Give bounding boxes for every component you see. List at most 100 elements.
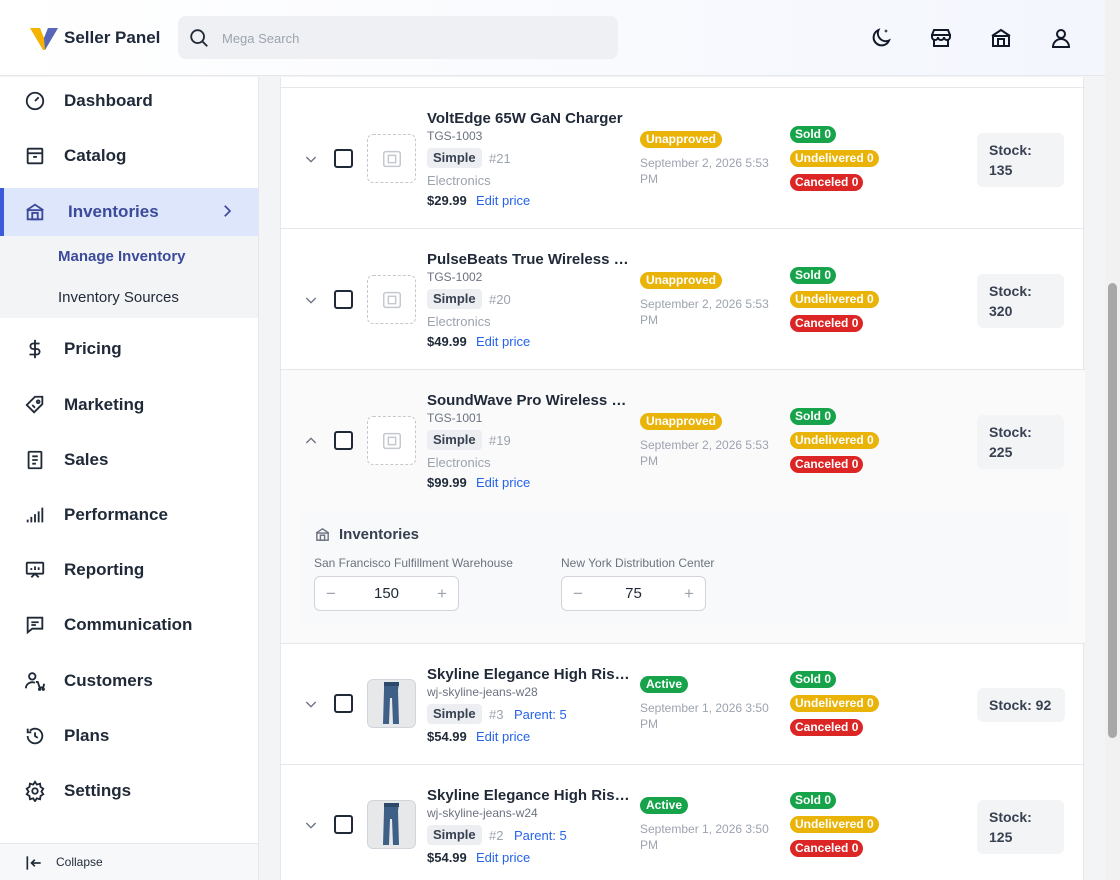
image-placeholder-icon xyxy=(383,291,401,309)
sidebar-item-label: Catalog xyxy=(64,146,127,165)
sidebar-item-sales[interactable]: Sales xyxy=(0,436,258,484)
mega-search[interactable] xyxy=(178,16,618,59)
sidebar-item-customers[interactable]: Customers xyxy=(0,657,258,705)
gear-icon xyxy=(25,780,45,802)
sidebar-item-marketing[interactable]: Marketing xyxy=(0,381,258,429)
decrement-button[interactable]: − xyxy=(568,584,588,604)
product-date: September 1, 2026 3:50 PM xyxy=(640,822,769,852)
chevron-down-icon[interactable] xyxy=(303,151,319,167)
product-sku: wj-skyline-jeans-w24 xyxy=(427,806,538,820)
image-placeholder-icon xyxy=(383,150,401,168)
collapse-button[interactable]: Collapse xyxy=(0,843,258,880)
sidebar-item-label: Customers xyxy=(64,671,153,690)
sidebar-item-label: Pricing xyxy=(64,339,122,358)
canceled-badge: Canceled 0 xyxy=(790,456,864,473)
product-type-badge: Simple xyxy=(427,704,482,724)
sidebar-item-dashboard[interactable]: Dashboard xyxy=(0,77,258,125)
sidebar-subitem-manage-inventory[interactable]: Manage Inventory xyxy=(58,248,186,265)
sidebar-item-settings[interactable]: Settings xyxy=(0,767,258,815)
product-date: September 1, 2026 3:50 PM xyxy=(640,701,769,731)
warehouse-icon xyxy=(26,203,44,221)
sidebar-item-pricing[interactable]: Pricing xyxy=(0,325,258,373)
sidebar-item-label: Dashboard xyxy=(64,91,153,110)
stock-badge: Stock: 135 xyxy=(977,133,1064,187)
sidebar-item-plans[interactable]: Plans xyxy=(0,712,258,760)
canceled-badge: Canceled 0 xyxy=(790,315,864,332)
chevron-down-icon[interactable] xyxy=(303,292,319,308)
search-input[interactable] xyxy=(222,28,602,48)
product-date: September 2, 2026 5:53 PM xyxy=(640,156,769,186)
warehouse-icon xyxy=(315,527,330,541)
edit-price-link[interactable]: Edit price xyxy=(476,475,530,490)
quantity-value[interactable]: 75 xyxy=(602,585,665,602)
chevron-down-icon[interactable] xyxy=(303,817,319,833)
row-checkbox[interactable] xyxy=(334,149,353,168)
sidebar-item-inventories[interactable]: Inventories xyxy=(0,188,258,236)
inventory-source-label: New York Distribution Center xyxy=(561,556,715,570)
row-checkbox[interactable] xyxy=(334,431,353,450)
quantity-value[interactable]: 150 xyxy=(355,585,418,602)
edit-price-link[interactable]: Edit price xyxy=(476,193,530,208)
sidebar-item-label: Communication xyxy=(64,615,193,634)
row-checkbox[interactable] xyxy=(334,815,353,834)
undelivered-badge: Undelivered 0 xyxy=(790,150,879,167)
increment-button[interactable]: + xyxy=(432,584,452,604)
store-icon[interactable] xyxy=(989,26,1013,50)
product-id: #20 xyxy=(489,292,511,307)
product-id: #21 xyxy=(489,151,511,166)
product-image xyxy=(367,800,416,849)
sidebar-item-label: Performance xyxy=(64,505,168,524)
sidebar-item-reporting[interactable]: Reporting xyxy=(0,546,258,594)
product-type-badge: Simple xyxy=(427,148,482,168)
product-id: #2 xyxy=(489,828,504,843)
parent-link[interactable]: Parent: 5 xyxy=(514,707,567,722)
jeans-image-icon xyxy=(368,680,415,727)
edit-price-link[interactable]: Edit price xyxy=(476,334,530,349)
inventories-subnav: Manage Inventory Inventory Sources xyxy=(0,236,258,318)
status-badge: Active xyxy=(640,797,689,814)
user-icon[interactable] xyxy=(1049,26,1073,50)
product-name[interactable]: PulseBeats True Wireless E... xyxy=(427,251,632,268)
sidebar-item-label: Plans xyxy=(64,726,110,745)
sidebar-subitem-inventory-sources[interactable]: Inventory Sources xyxy=(58,289,179,306)
undelivered-badge: Undelivered 0 xyxy=(790,432,879,449)
product-name[interactable]: VoltEdge 65W GaN Charger xyxy=(427,110,632,127)
edit-price-link[interactable]: Edit price xyxy=(476,729,530,744)
increment-button[interactable]: + xyxy=(679,584,699,604)
edit-price-link[interactable]: Edit price xyxy=(476,850,530,865)
product-name[interactable]: Skyline Elegance High Rise... xyxy=(427,666,632,683)
chevron-up-icon[interactable] xyxy=(303,433,319,449)
product-name[interactable]: SoundWave Pro Wireless H... xyxy=(427,392,632,409)
page-scrollbar[interactable] xyxy=(1105,0,1120,880)
undelivered-badge: Undelivered 0 xyxy=(790,816,879,833)
product-sku: wj-skyline-jeans-w28 xyxy=(427,685,538,699)
decrement-button[interactable]: − xyxy=(321,584,341,604)
sidebar-item-performance[interactable]: Performance xyxy=(0,491,258,539)
sidebar-item-catalog[interactable]: Catalog xyxy=(0,132,258,180)
sold-badge: Sold 0 xyxy=(790,126,837,143)
product-name[interactable]: Skyline Elegance High Rise... xyxy=(427,787,632,804)
row-checkbox[interactable] xyxy=(334,694,353,713)
stock-badge: Stock: 125 xyxy=(977,800,1064,854)
inventory-list: VoltEdge 65W GaN Charger TGS-1003 Simple… xyxy=(280,77,1085,880)
theme-toggle-icon[interactable] xyxy=(869,26,893,50)
sold-badge: Sold 0 xyxy=(790,671,837,688)
gauge-icon xyxy=(25,91,45,111)
sidebar-item-label: Settings xyxy=(64,781,132,800)
scrollbar-thumb[interactable] xyxy=(1108,283,1117,738)
tag-icon xyxy=(25,395,44,414)
chat-icon xyxy=(26,616,44,635)
chevron-down-icon[interactable] xyxy=(303,696,319,712)
receipt-icon xyxy=(27,450,43,470)
row-checkbox[interactable] xyxy=(334,290,353,309)
storefront-icon[interactable] xyxy=(929,26,953,50)
quantity-stepper[interactable]: − 75 + xyxy=(561,576,706,611)
inventories-panel: Inventories San Francisco Fulfillment Wa… xyxy=(298,510,1068,624)
product-price: $54.99 xyxy=(427,850,467,865)
sidebar-item-communication[interactable]: Communication xyxy=(0,601,258,649)
parent-link[interactable]: Parent: 5 xyxy=(514,828,567,843)
quantity-stepper[interactable]: − 150 + xyxy=(314,576,459,611)
status-badge: Unapproved xyxy=(640,272,723,289)
product-sku: TGS-1001 xyxy=(427,411,483,425)
logo-icon xyxy=(30,28,58,50)
